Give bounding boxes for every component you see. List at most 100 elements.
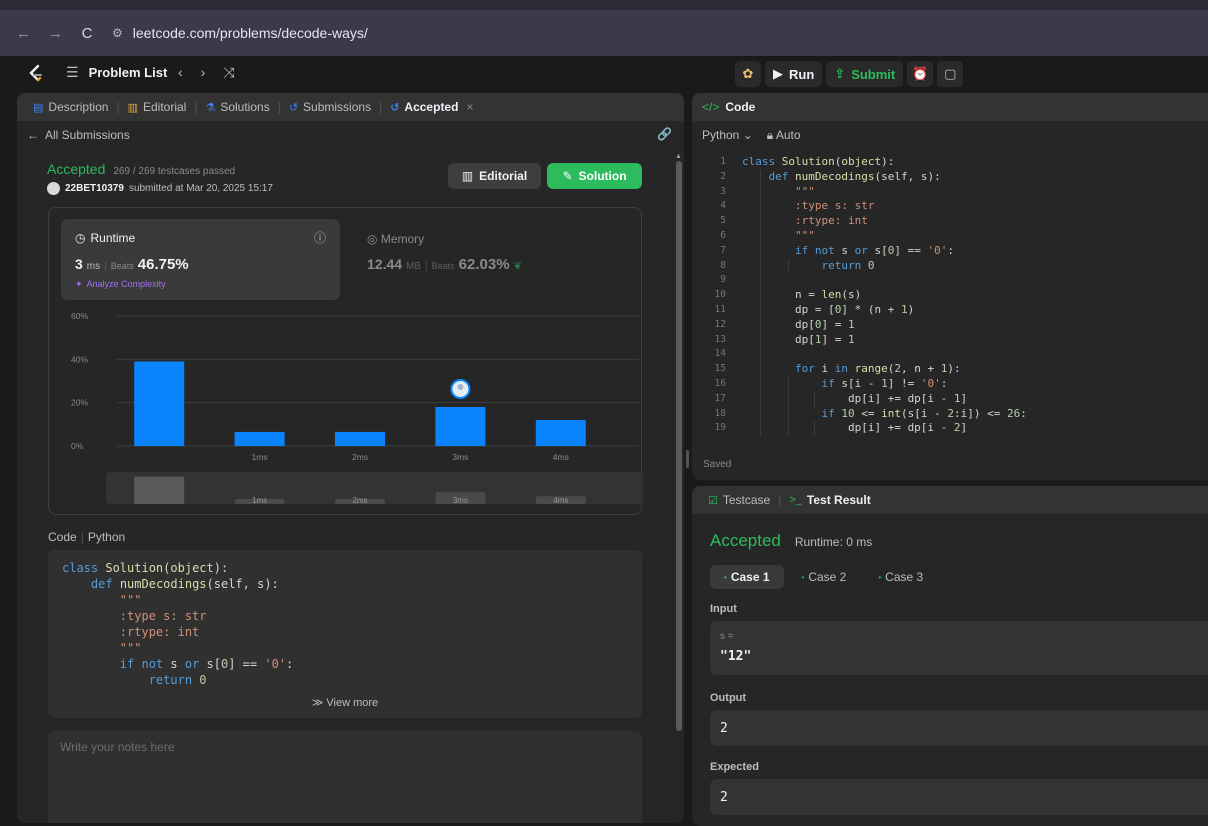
prev-problem-icon[interactable]: ‹ [178,64,183,81]
chart-bar[interactable] [435,407,486,446]
next-problem-icon[interactable]: › [201,64,206,81]
back-arrow-icon[interactable]: ← [16,25,31,42]
line-code: for i in range(2, n + 1): [794,362,961,376]
divider: | [80,530,84,544]
output-label: Output [710,692,747,704]
tab-test-result[interactable]: >_ Test Result [783,493,876,507]
tab-description-label: Description [48,100,109,114]
tab-testcase[interactable]: ☑ Testcase [702,493,776,507]
tab-test-result-label: Test Result [806,493,871,507]
input-box: s = "12" [710,621,1208,675]
indent-guide [788,377,789,437]
history-icon: ↺ [390,101,400,114]
checkbox-icon: ☑ [708,494,718,507]
chart-bar[interactable] [134,361,185,447]
tab-editorial[interactable]: ▥ Editorial [122,100,193,114]
case-tab-3-label: Case 3 [885,570,924,584]
code-preview: class Solution(object): def numDecodings… [48,550,642,718]
case-tab-1[interactable]: • Case 1 [710,565,784,589]
run-label: Run [789,66,815,82]
test-status-label: Accepted [710,531,781,550]
tab-divider: | [277,100,281,114]
line-number: 11 [714,303,726,315]
overview-tick-label: 2ms [352,496,367,505]
line-number: 7 [720,244,726,256]
x-tick-label: 1ms [252,452,268,462]
timer-button[interactable]: ⏰ [907,61,934,87]
share-link-icon[interactable]: 🔗 [657,127,672,141]
case-tab-1-label: Case 1 [730,570,770,584]
scroll-up-icon[interactable]: ▲ [675,153,682,160]
line-number: 15 [714,363,726,375]
site-settings-icon[interactable]: ⚙ [112,26,123,40]
notes-button[interactable]: ▢ [937,61,964,87]
line-number: 18 [714,407,726,419]
tab-description[interactable]: ▤ Description [27,100,114,114]
lock-icon: 🔒︎ [766,127,774,142]
line-number: 4 [720,200,726,212]
leetcode-logo-icon[interactable] [26,64,46,84]
debug-button[interactable]: ✿ [735,61,761,87]
url-bar[interactable]: ⚙ leetcode.com/problems/decode-ways/ [112,25,368,41]
submitted-at: submitted at Mar 20, 2025 15:17 [128,183,273,194]
input-label: Input [710,603,737,615]
solution-button[interactable]: ✎ Solution [547,163,642,189]
auto-mode-toggle[interactable]: 🔒︎ Auto [767,128,801,143]
panel-resize-handle[interactable] [686,450,689,468]
pass-dot-icon: • [801,572,805,582]
case-tab-2[interactable]: • Case 2 [788,565,861,589]
scroll-thumb[interactable] [676,161,682,731]
language-select-value: Python [702,128,740,142]
expected-label: Expected [710,761,759,773]
line-code: if s[i - 1] != '0': [821,376,948,390]
line-number: 19 [714,422,726,434]
y-tick-label: 20% [71,398,88,408]
shuffle-icon[interactable]: ⤨ [223,64,234,81]
code-preview-text: class Solution(object): def numDecodings… [62,561,294,687]
close-tab-icon[interactable]: × [463,100,473,114]
avatar[interactable] [47,182,60,195]
view-more-button[interactable]: ≫ View more [48,696,642,709]
tab-submissions[interactable]: ↺ Submissions [283,100,377,114]
solution-button-label: Solution [578,169,627,183]
submit-button[interactable]: ⇪ Submit [826,61,904,87]
alarm-icon: ⏰ [912,66,929,81]
tab-divider: | [194,100,198,114]
chart-bar[interactable] [535,420,586,446]
auto-mode-label: Auto [775,127,801,142]
left-scrollbar[interactable]: ▲ [675,153,683,733]
play-icon: ▶ [773,66,783,81]
y-tick-label: 60% [71,311,88,321]
tab-editorial-label: Editorial [142,100,187,114]
expected-box: 2 [710,779,1208,815]
line-number: 17 [714,392,726,404]
chart-bar[interactable] [335,431,385,446]
case-tab-3[interactable]: • Case 3 [864,565,937,589]
line-code: class Solution(object): [742,155,895,168]
problem-list-button[interactable]: ☰ Problem List [66,64,167,81]
run-button[interactable]: ▶ Run [765,61,823,87]
case-tabs: • Case 1 • Case 2 • Case 3 [710,565,937,589]
username[interactable]: 22BET10379 [65,183,124,194]
forward-arrow-icon[interactable]: → [48,25,63,42]
editorial-button-label: Editorial [479,169,528,183]
tab-solutions[interactable]: ⚗ Solutions [199,100,275,114]
book-icon: ▥ [127,101,138,114]
line-code: dp[i] += dp[i - 2] [742,421,968,435]
line-number: 12 [714,318,726,330]
tab-accepted[interactable]: ↺ Accepted × [384,100,479,114]
chart-bar[interactable] [234,431,285,446]
notes-textarea[interactable]: Write your notes here [48,731,642,823]
tab-testcase-label: Testcase [722,493,771,507]
reload-icon[interactable]: C [80,25,94,42]
editorial-button[interactable]: ▥ Editorial [448,163,541,189]
language-select[interactable]: Python ⌄ [702,128,753,142]
line-number: 10 [714,289,726,301]
code-editor-panel: </> Code Python ⌄ 🔒︎ Auto 1 class Solutio… [692,93,1208,480]
runtime-distribution-chart[interactable]: 60% 40% 20% 0% 1ms 2ms 3ms 4ms 1ms 2ms 3ms 4ms [49,208,643,516]
line-number: 2 [720,170,726,182]
code-section-label: Code | Python [48,530,125,544]
test-tabbar: ☑ Testcase | >_ Test Result [692,486,1208,514]
back-to-submissions[interactable]: ← All Submissions [27,128,130,142]
terminal-icon: >_ [789,494,802,506]
